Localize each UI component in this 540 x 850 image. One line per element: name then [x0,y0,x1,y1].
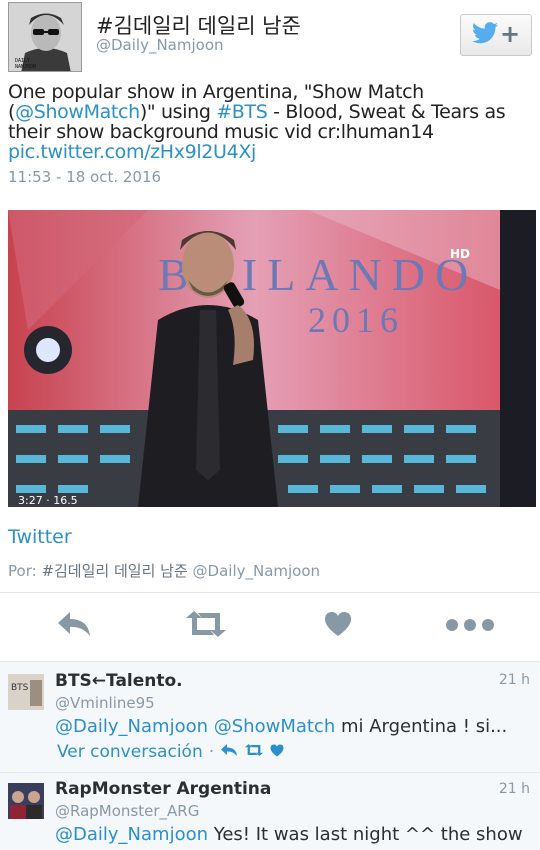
mention-link[interactable]: @Daily_Namjoon [55,716,208,737]
reply-author-handle[interactable]: @Vminline95 [55,694,155,712]
reply-avatar[interactable]: BTS [8,674,44,710]
reply-text: @Daily_Namjoon @ShowMatch mi Argentina !… [55,716,507,737]
reply-avatar-text: BTS [11,683,29,693]
reply-item[interactable]: BTS BTS←Talento. @Vminline95 21 h @Daily… [0,662,540,772]
backdrop-year: 2016 [308,300,404,340]
like-mini-icon[interactable] [270,742,284,762]
follow-button[interactable]: + [460,14,532,56]
reply-time: 21 h [498,781,530,797]
retweet-button[interactable] [176,606,236,646]
tweet-text: One popular show in Argentina, "Show Mat… [8,82,534,162]
tweet-timestamp[interactable]: 11:53 - 18 oct. 2016 [8,168,161,186]
author-avatar[interactable]: DAILY NAMJOON [8,2,82,72]
avatar-caption: DAILY NAMJOON [15,58,37,70]
reply-text: @Daily_Namjoon Yes! It was last night ^^… [55,824,523,845]
reply-icon [56,610,92,642]
reply-avatar[interactable] [8,783,44,819]
mention-link[interactable]: @ShowMatch [15,101,140,123]
channel-logo: HD [450,247,470,261]
more-button[interactable] [440,606,500,646]
reply-item[interactable]: RapMonster Argentina @RapMonster_ARG 21 … [0,773,540,850]
tweet-text-part: )" using [139,101,217,123]
hashtag-link[interactable]: #BTS [216,101,268,123]
mention-link[interactable]: @Daily_Namjoon [55,824,208,845]
reply-time: 21 h [498,672,530,688]
reply-author-name[interactable]: RapMonster Argentina [55,779,271,799]
like-button[interactable] [308,606,368,646]
video-overlay-time: 3:27 · 16.5 [18,494,78,507]
card-source-link[interactable]: Twitter [8,526,72,548]
reply-text-body: mi Argentina ! si... [335,716,508,737]
reply-mini-icon[interactable] [220,742,238,762]
author-screen-name[interactable]: @Daily_Namjoon [96,36,224,54]
tweet-media-image[interactable]: BAILANDO 2016 HD 3:27 · 16.5 [8,210,536,507]
reply-list: BTS BTS←Talento. @Vminline95 21 h @Daily… [0,662,540,850]
reply-author-handle[interactable]: @RapMonster_ARG [55,802,199,820]
reply-button[interactable] [44,606,104,646]
view-conversation-link[interactable]: Ver conversación [57,742,203,762]
card-by-label: Por: [8,562,37,580]
card-attribution: Por: #김데일리 데일리 남준 @Daily_Namjoon [8,560,320,581]
follow-plus: + [499,20,521,48]
retweet-icon [184,609,228,643]
separator-dot: · [208,742,215,762]
reply-text-body: Yes! It was last night ^^ the show [208,824,523,845]
reply-author-name[interactable]: BTS←Talento. [55,671,183,691]
card-by-name[interactable]: #김데일리 데일리 남준 [41,562,187,580]
divider [0,592,540,593]
retweet-mini-icon[interactable] [244,742,264,762]
reply-conversation-row: Ver conversación · [57,742,284,762]
like-icon [324,611,352,641]
card-by-handle[interactable]: @Daily_Namjoon [193,562,321,580]
more-icon [445,617,495,636]
mention-link[interactable]: @ShowMatch [214,716,336,737]
twitter-bird-icon [471,22,498,48]
media-link[interactable]: pic.twitter.com/zHx9l2U4Xj [8,141,256,163]
